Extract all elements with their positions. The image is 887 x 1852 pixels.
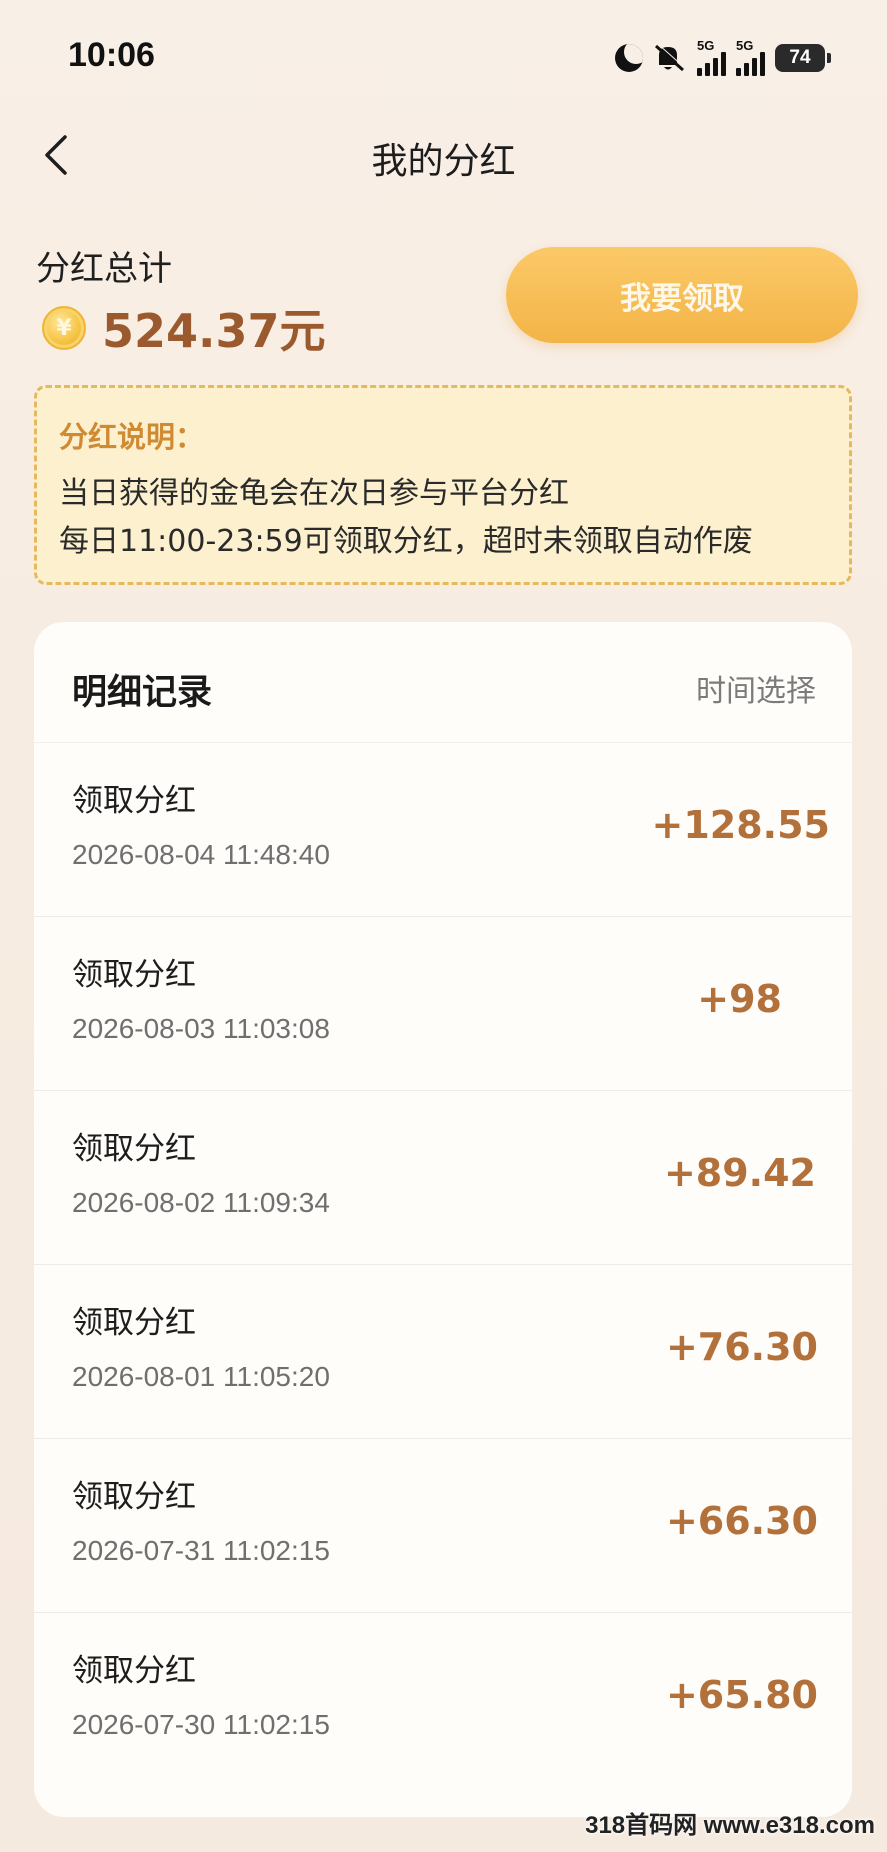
record-amount: +128.55 [651, 803, 830, 847]
record-amount: +76.30 [665, 1325, 818, 1369]
list-item[interactable]: 领取分红 2026-08-01 11:05:20 +76.30 [34, 1264, 852, 1438]
summary-amount: 524.37元 [102, 304, 326, 358]
record-time: 2026-08-04 11:48:40 [72, 839, 330, 870]
notice-line-1: 当日获得的金龟会在次日参与平台分红 [59, 476, 569, 511]
record-amount: +65.80 [665, 1673, 818, 1717]
page-title: 我的分红 [371, 141, 516, 182]
notice-title: 分红说明： [59, 420, 205, 454]
status-bar: 10:06 5G 5G 74 [0, 0, 887, 110]
dividend-summary: 分红总计 ¥ 524.37元 我要领取 [36, 235, 858, 358]
record-amount: +89.42 [663, 1151, 816, 1195]
list-item[interactable]: 领取分红 2026-08-02 11:09:34 +89.42 [34, 1090, 852, 1264]
record-title: 领取分红 [72, 957, 196, 993]
network-label-1: 5G [697, 38, 715, 53]
list-item[interactable]: 领取分红 2026-07-31 11:02:15 +66.30 [34, 1438, 852, 1612]
record-list: 领取分红 2026-08-04 11:48:40 +128.55 领取分红 20… [34, 742, 852, 1786]
notice-line-2: 每日11:00-23:59可领取分红，超时未领取自动作废 [59, 524, 753, 559]
record-title: 领取分红 [72, 1479, 196, 1515]
mute-icon [653, 43, 687, 73]
records-card: 明细记录 时间选择 领取分红 2026-08-04 11:48:40 +128.… [34, 622, 852, 1817]
dividend-notice: 分红说明： 当日获得的金龟会在次日参与平台分红 每日11:00-23:59可领取… [34, 385, 852, 585]
record-amount: +98 [697, 977, 782, 1021]
watermark: 318首码网 www.e318.com [585, 1812, 875, 1839]
status-icons: 5G 5G 74 [615, 38, 831, 76]
coin-icon: ¥ [42, 306, 86, 350]
record-time: 2026-08-02 11:09:34 [72, 1187, 330, 1218]
records-header: 明细记录 时间选择 [34, 622, 852, 742]
claim-button[interactable]: 我要领取 [506, 247, 858, 343]
record-time: 2026-07-31 11:02:15 [72, 1535, 330, 1566]
records-title: 明细记录 [72, 673, 213, 713]
moon-icon [615, 44, 643, 72]
record-time: 2026-08-01 11:05:20 [72, 1361, 330, 1392]
record-time: 2026-08-03 11:03:08 [72, 1013, 330, 1044]
page: 10:06 5G 5G 74 我的分红 分红总计 ¥ 524.37元 我要领取 … [0, 0, 887, 1852]
battery-indicator: 74 [775, 44, 831, 72]
list-item[interactable]: 领取分红 2026-08-04 11:48:40 +128.55 [34, 742, 852, 916]
nav-bar: 我的分红 [0, 110, 887, 200]
network-label-2: 5G [736, 38, 754, 53]
record-amount: +66.30 [665, 1499, 818, 1543]
record-title: 领取分红 [72, 1653, 196, 1689]
list-item[interactable]: 领取分红 2026-08-03 11:03:08 +98 [34, 916, 852, 1090]
signal-5g-1-icon: 5G [697, 38, 726, 76]
record-title: 领取分红 [72, 783, 196, 819]
summary-amount-row: ¥ 524.37元 [42, 295, 326, 361]
summary-label: 分红总计 [36, 249, 172, 289]
time-filter-button[interactable]: 时间选择 [696, 666, 816, 710]
record-title: 领取分红 [72, 1305, 196, 1341]
record-title: 领取分红 [72, 1131, 196, 1167]
list-item[interactable]: 领取分红 2026-07-30 11:02:15 +65.80 [34, 1612, 852, 1786]
status-time: 10:06 [68, 36, 155, 74]
record-time: 2026-07-30 11:02:15 [72, 1709, 330, 1740]
signal-5g-2-icon: 5G [736, 38, 765, 76]
